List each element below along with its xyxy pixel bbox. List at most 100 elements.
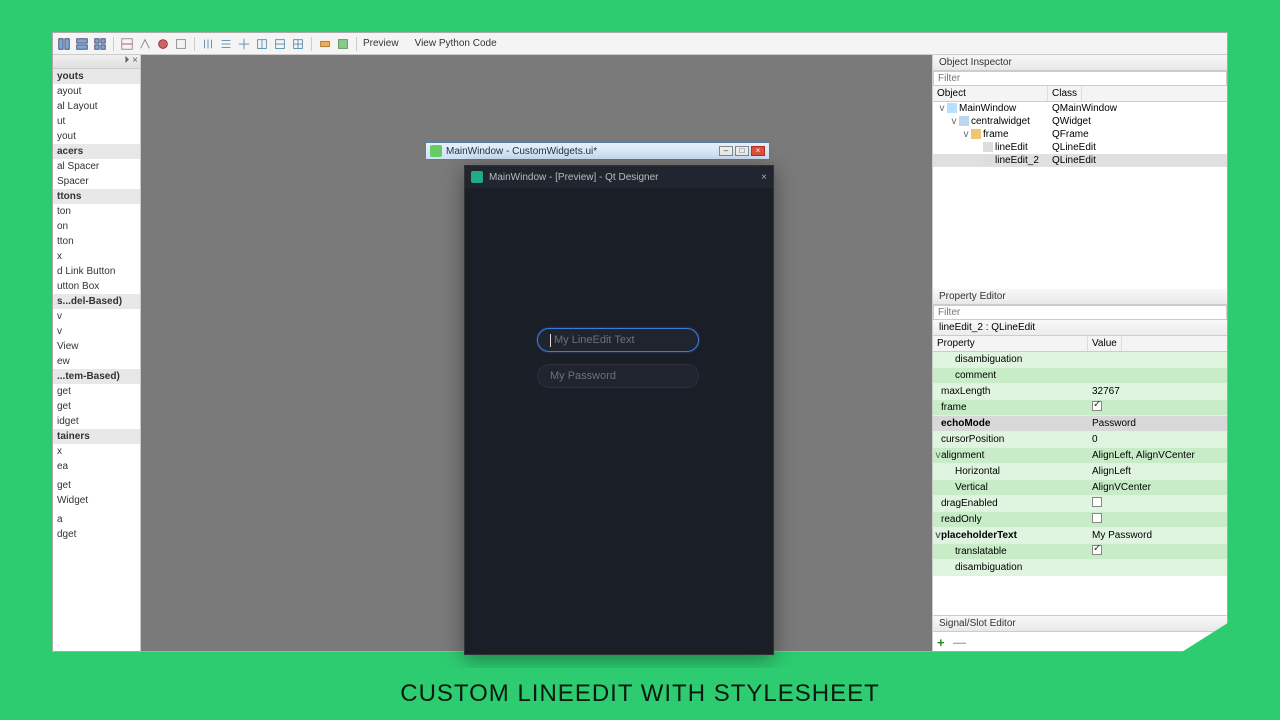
widgetbox-item[interactable]: ...tem-Based) [53, 369, 140, 384]
property-row[interactable]: maxLength32767 [933, 384, 1227, 400]
preview-titlebar[interactable]: MainWindow - [Preview] - Qt Designer × [465, 166, 773, 188]
widgetbox-item[interactable]: get [53, 399, 140, 414]
preview-window: MainWindow - [Preview] - Qt Designer × M… [464, 165, 774, 655]
qt-designer-window: Preview View Python Code ⏵ × youtsayouta… [52, 32, 1228, 652]
design-window-title: MainWindow - CustomWidgets.ui* [446, 146, 597, 157]
toolbar-icon[interactable] [156, 37, 170, 51]
property-row[interactable]: echoModePassword [933, 416, 1227, 432]
design-canvas[interactable]: MainWindow - CustomWidgets.ui* – □ × Mai… [141, 55, 932, 651]
widgetbox-item[interactable]: tton [53, 234, 140, 249]
toolbar-icon[interactable] [237, 37, 251, 51]
property-row[interactable]: dragEnabled [933, 496, 1227, 512]
widgetbox-item[interactable]: Widget [53, 493, 140, 508]
object-inspector-title: Object Inspector [933, 55, 1227, 71]
object-tree-row[interactable]: lineEditQLineEdit [933, 141, 1227, 154]
property-row[interactable]: translatable [933, 544, 1227, 560]
property-row[interactable]: disambiguation [933, 560, 1227, 576]
property-editor-title: Property Editor [933, 289, 1227, 305]
property-row[interactable]: VerticalAlignVCenter [933, 480, 1227, 496]
preview-button[interactable]: Preview [363, 38, 399, 49]
widgetbox-item[interactable]: al Layout [53, 99, 140, 114]
close-icon[interactable]: × [761, 172, 767, 183]
property-row[interactable]: disambiguation [933, 352, 1227, 368]
property-row[interactable]: HorizontalAlignLeft [933, 464, 1227, 480]
designer-icon [471, 171, 483, 183]
property-context-label: lineEdit_2 : QLineEdit [933, 320, 1227, 336]
widgetbox-item[interactable]: utton Box [53, 279, 140, 294]
toolbar-icon[interactable] [201, 37, 215, 51]
widgetbox-item[interactable]: ayout [53, 84, 140, 99]
column-header-value[interactable]: Value [1088, 336, 1122, 351]
widgetbox-item[interactable]: View [53, 339, 140, 354]
toolbar-icon[interactable] [318, 37, 332, 51]
object-tree-row[interactable]: vcentralwidgetQWidget [933, 115, 1227, 128]
lineedit-placeholder: My Password [550, 370, 616, 382]
object-inspector-panel: Object Inspector Object Class vMainWindo… [933, 55, 1227, 289]
property-editor-panel: Property Editor lineEdit_2 : QLineEdit P… [933, 289, 1227, 615]
toolbar-icon[interactable] [273, 37, 287, 51]
lineedit-placeholder: My LineEdit Text [554, 334, 635, 346]
widgetbox-header[interactable]: ⏵ × [53, 55, 140, 69]
widgetbox-item[interactable]: youts [53, 69, 140, 84]
widgetbox-item[interactable]: a [53, 512, 140, 527]
lineedit-text-input[interactable]: My LineEdit Text [537, 328, 699, 352]
toolbar-icon[interactable] [138, 37, 152, 51]
widgetbox-item[interactable]: get [53, 384, 140, 399]
object-tree-row[interactable]: lineEdit_2QLineEdit [933, 154, 1227, 167]
design-window-titlebar[interactable]: MainWindow - CustomWidgets.ui* – □ × [425, 142, 770, 160]
property-row[interactable]: readOnly [933, 512, 1227, 528]
preview-title-text: MainWindow - [Preview] - Qt Designer [489, 172, 659, 183]
property-row[interactable]: comment [933, 368, 1227, 384]
object-tree-row[interactable]: vframeQFrame [933, 128, 1227, 141]
toolbar-icon[interactable] [219, 37, 233, 51]
minimize-icon[interactable]: – [719, 146, 733, 156]
widgetbox-item[interactable]: idget [53, 414, 140, 429]
main-toolbar: Preview View Python Code [53, 33, 1227, 55]
maximize-icon[interactable]: □ [735, 146, 749, 156]
text-cursor [550, 334, 551, 347]
widgetbox-item[interactable]: ut [53, 114, 140, 129]
widgetbox-item[interactable]: on [53, 219, 140, 234]
widgetbox-item[interactable]: x [53, 249, 140, 264]
widgetbox-item[interactable]: ea [53, 459, 140, 474]
close-icon[interactable]: × [751, 146, 765, 156]
column-header-property[interactable]: Property [933, 336, 1088, 351]
property-editor-filter[interactable] [933, 305, 1227, 320]
widgetbox-item[interactable]: s...del-Based) [53, 294, 140, 309]
widgetbox-item[interactable]: al Spacer [53, 159, 140, 174]
widgetbox-item[interactable]: d Link Button [53, 264, 140, 279]
widgetbox-item[interactable]: get [53, 478, 140, 493]
object-inspector-filter[interactable] [933, 71, 1227, 86]
property-row[interactable]: frame [933, 400, 1227, 416]
widgetbox-item[interactable]: acers [53, 144, 140, 159]
toolbar-icon[interactable] [57, 37, 71, 51]
property-row[interactable]: valignmentAlignLeft, AlignVCenter [933, 448, 1227, 464]
widgetbox-item[interactable]: v [53, 324, 140, 339]
toolbar-icon[interactable] [336, 37, 350, 51]
lineedit-password-input[interactable]: My Password [537, 364, 699, 388]
toolbar-icon[interactable] [75, 37, 89, 51]
video-caption: CUSTOM LINEEDIT WITH STYLESHEET [0, 668, 1280, 720]
add-icon[interactable]: + [937, 635, 945, 650]
column-header-class[interactable]: Class [1048, 86, 1082, 101]
widgetbox-item[interactable]: ttons [53, 189, 140, 204]
widgetbox-item[interactable]: ton [53, 204, 140, 219]
property-row[interactable]: cursorPosition0 [933, 432, 1227, 448]
column-header-object[interactable]: Object [933, 86, 1048, 101]
widgetbox-item[interactable]: x [53, 444, 140, 459]
property-row[interactable]: vplaceholderTextMy Password [933, 528, 1227, 544]
toolbar-icon[interactable] [93, 37, 107, 51]
widgetbox-item[interactable]: ew [53, 354, 140, 369]
widgetbox-item[interactable]: yout [53, 129, 140, 144]
qt-icon [430, 145, 442, 157]
toolbar-icon[interactable] [291, 37, 305, 51]
widgetbox-item[interactable]: v [53, 309, 140, 324]
object-tree-row[interactable]: vMainWindowQMainWindow [933, 102, 1227, 115]
toolbar-icon[interactable] [255, 37, 269, 51]
view-python-code-button[interactable]: View Python Code [415, 38, 497, 49]
toolbar-icon[interactable] [174, 37, 188, 51]
widgetbox-item[interactable]: tainers [53, 429, 140, 444]
widgetbox-item[interactable]: Spacer [53, 174, 140, 189]
widgetbox-item[interactable]: dget [53, 527, 140, 542]
toolbar-icon[interactable] [120, 37, 134, 51]
